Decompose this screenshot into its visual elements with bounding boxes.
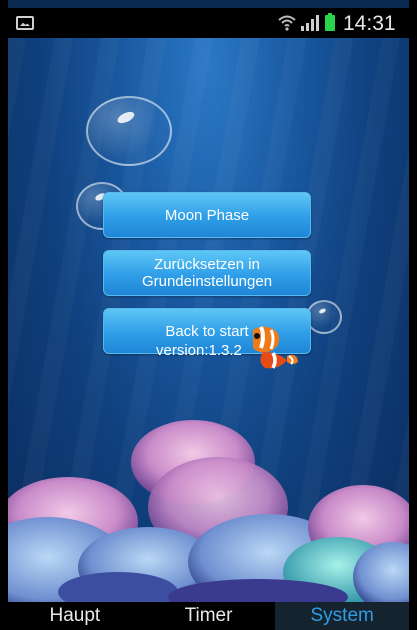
version-label: version:1.3.2 — [156, 342, 242, 359]
reset-settings-button[interactable]: Zurücksetzen in Grundeinstellungen — [103, 250, 311, 296]
app-screen: 14:31 Moon Phase Zurücksetzen in Grundei… — [0, 0, 417, 630]
moon-phase-label: Moon Phase — [164, 206, 250, 224]
bubble-shine — [115, 109, 136, 126]
gallery-notification-icon — [16, 16, 34, 30]
reset-label-line2: Grundeinstellungen — [141, 273, 273, 290]
screen-border-right — [409, 0, 417, 630]
status-clock: 14:31 — [343, 12, 396, 35]
moon-phase-button[interactable]: Moon Phase — [103, 192, 311, 238]
tab-haupt[interactable]: Haupt — [8, 602, 142, 630]
status-bar: 14:31 — [8, 8, 409, 38]
coral-reef — [8, 420, 409, 602]
screen-border-left — [0, 0, 8, 630]
tab-timer[interactable]: Timer — [142, 602, 276, 630]
wifi-icon — [278, 15, 296, 31]
bubble-shine — [318, 307, 327, 315]
clownfish-icon — [253, 326, 298, 369]
reset-label-line1: Zurücksetzen in — [154, 256, 260, 273]
bubble-small — [306, 300, 342, 334]
bottom-tab-bar: Haupt Timer System — [8, 602, 410, 630]
back-to-start-label: Back to start — [165, 322, 249, 340]
signal-icon — [301, 15, 319, 31]
tab-system[interactable]: System — [275, 602, 410, 630]
battery-icon — [325, 13, 335, 31]
bubble-large — [86, 96, 172, 166]
